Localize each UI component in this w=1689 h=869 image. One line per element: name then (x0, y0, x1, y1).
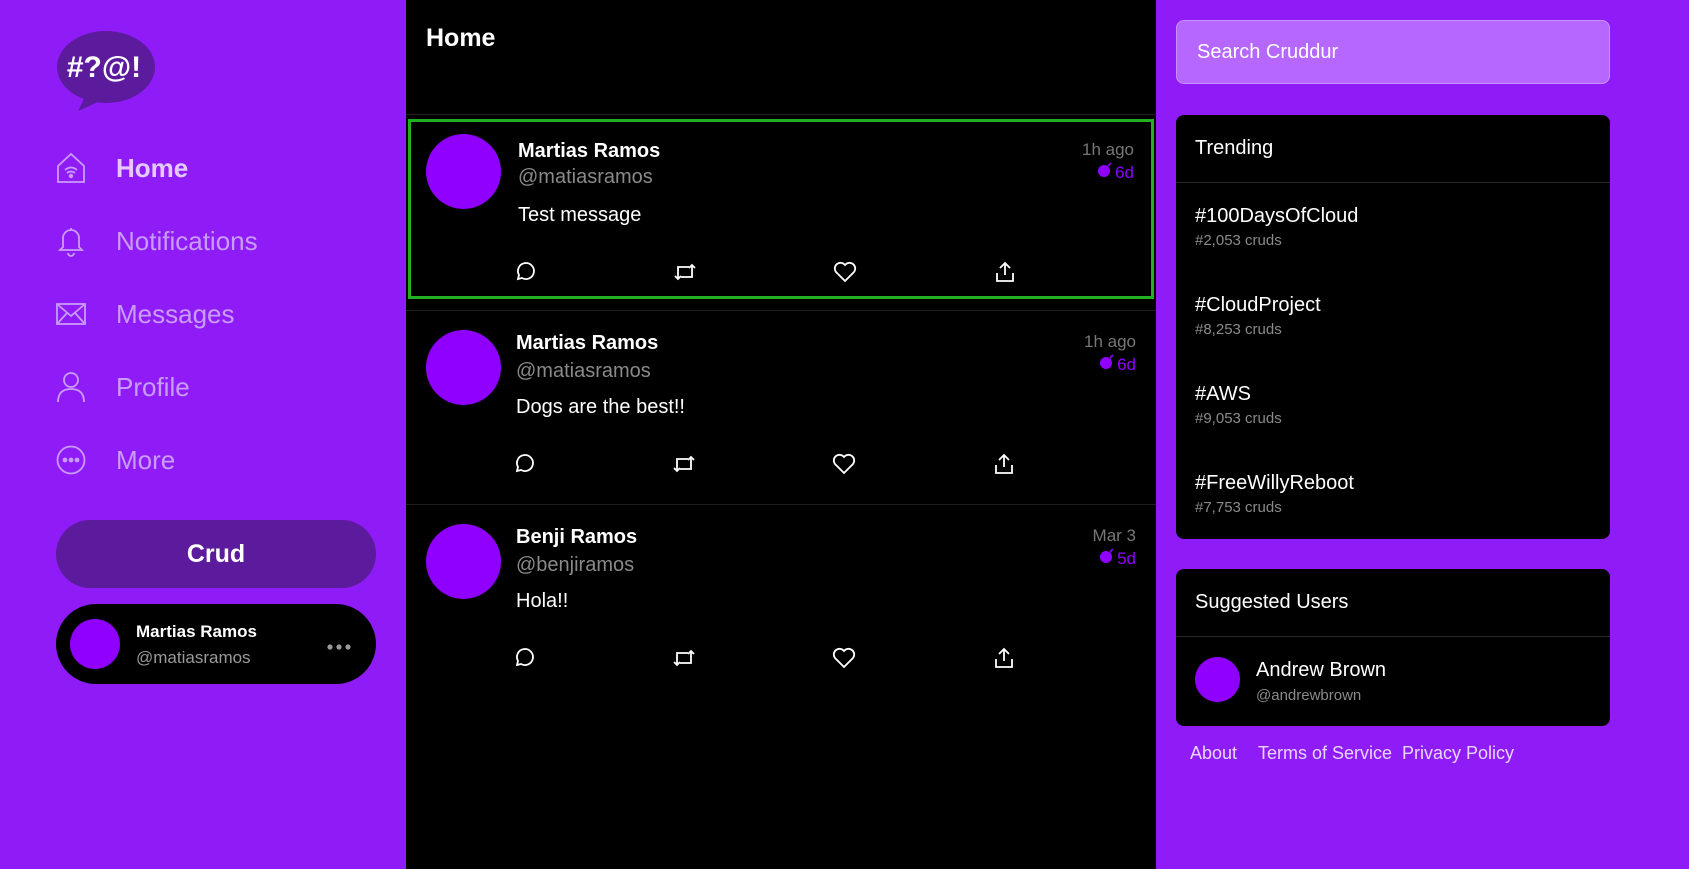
trending-count: #9,053 cruds (1195, 410, 1282, 427)
home-icon (56, 152, 86, 184)
activity-message: Test message (518, 204, 642, 226)
current-user-handle: @matiasramos (136, 648, 251, 667)
activity-display-name[interactable]: Martias Ramos (516, 332, 658, 355)
activity-handle[interactable]: @matiasramos (518, 166, 653, 189)
activity-actions (511, 258, 1014, 286)
nav-item-profile[interactable]: Profile (56, 365, 190, 409)
avatar (1195, 657, 1240, 702)
bomb-icon (1099, 548, 1115, 569)
activity-item[interactable]: Benji Ramos @benjiramos Hola!! Mar 3 5d (406, 510, 1156, 702)
footer-terms-link[interactable]: Terms of Service (1258, 743, 1392, 764)
divider (1176, 182, 1610, 183)
share-icon[interactable] (990, 644, 1018, 672)
repost-icon[interactable] (671, 258, 699, 286)
trending-item[interactable]: #FreeWillyReboot #7,753 cruds (1195, 472, 1354, 516)
divider (406, 310, 1156, 311)
page-title: Home (426, 24, 496, 52)
trending-tag: #CloudProject (1195, 294, 1321, 316)
trending-item[interactable]: #AWS #9,053 cruds (1195, 383, 1282, 427)
reply-icon[interactable] (510, 644, 538, 672)
trending-tag: #AWS (1195, 383, 1251, 405)
activity-expires: 6d (1097, 162, 1134, 183)
share-icon[interactable] (991, 258, 1019, 286)
activity-time: 1h ago (1084, 332, 1136, 351)
activity-item[interactable]: Martias Ramos @matiasramos Dogs are the … (406, 316, 1156, 508)
expires-value: 6d (1117, 354, 1136, 374)
nav-item-messages[interactable]: Messages (56, 292, 235, 336)
more-options-icon[interactable] (326, 640, 352, 651)
share-icon[interactable] (990, 450, 1018, 478)
heart-icon[interactable] (830, 644, 858, 672)
trending-count: #8,253 cruds (1195, 321, 1282, 338)
current-user-name: Martias Ramos (136, 622, 257, 641)
suggested-users-panel: Suggested Users Andrew Brown @andrewbrow… (1176, 569, 1610, 726)
bell-icon (56, 225, 86, 257)
activity-display-name[interactable]: Martias Ramos (518, 140, 660, 163)
reply-icon[interactable] (510, 450, 538, 478)
nav-label-home: Home (116, 152, 189, 183)
nav-label-messages: Messages (116, 298, 235, 329)
activity-expires: 5d (1099, 548, 1136, 569)
activity-message: Dogs are the best!! (516, 396, 685, 418)
activity-time: 1h ago (1082, 140, 1134, 159)
trending-tag: #FreeWillyReboot (1195, 472, 1354, 494)
trending-title: Trending (1195, 137, 1274, 159)
heart-icon[interactable] (830, 450, 858, 478)
activity-actions (510, 644, 1013, 672)
suggested-title: Suggested Users (1195, 591, 1349, 613)
bomb-icon (1097, 162, 1113, 183)
trending-count: #7,753 cruds (1195, 499, 1282, 516)
nav-item-notifications[interactable]: Notifications (56, 219, 258, 263)
repost-icon[interactable] (670, 644, 698, 672)
expires-value: 5d (1117, 548, 1136, 568)
expires-value: 6d (1115, 162, 1134, 182)
nav-item-home[interactable]: Home (56, 146, 188, 190)
avatar (70, 619, 120, 669)
avatar (426, 330, 501, 405)
activity-actions (510, 450, 1013, 478)
nav-label-more: More (116, 444, 176, 475)
footer-about-link[interactable]: About (1190, 743, 1237, 764)
divider (1176, 636, 1610, 637)
activity-display-name[interactable]: Benji Ramos (516, 526, 637, 549)
person-icon (56, 371, 86, 403)
activity-message: Hola!! (516, 590, 569, 612)
more-circle-icon (56, 444, 86, 476)
divider (406, 114, 1156, 115)
logo-text: #?@! (67, 51, 141, 84)
suggested-user-name: Andrew Brown (1256, 659, 1387, 681)
heart-icon[interactable] (831, 258, 859, 286)
repost-icon[interactable] (670, 450, 698, 478)
avatar (426, 524, 501, 599)
crud-button[interactable]: Crud (56, 520, 376, 588)
search-input[interactable] (1176, 20, 1610, 84)
activity-feed: Home Martias Ramos @matiasramos Test mes… (406, 0, 1156, 869)
bomb-icon (1099, 354, 1115, 375)
nav-item-more[interactable]: More (56, 438, 175, 482)
activity-time: Mar 3 (1092, 526, 1136, 545)
footer-privacy-link[interactable]: Privacy Policy (1402, 743, 1514, 764)
current-user-card[interactable]: Martias Ramos @matiasramos (56, 604, 376, 684)
cruddur-logo[interactable]: #?@! (56, 29, 156, 111)
activity-expires: 6d (1099, 354, 1136, 375)
activity-handle[interactable]: @benjiramos (516, 554, 634, 577)
trending-item[interactable]: #CloudProject #8,253 cruds (1195, 294, 1321, 338)
reply-icon[interactable] (511, 258, 539, 286)
activity-handle[interactable]: @matiasramos (516, 360, 651, 383)
nav-label-notifications: Notifications (116, 225, 258, 256)
trending-panel: Trending #100DaysOfCloud #2,053 cruds #C… (1176, 115, 1610, 539)
trending-tag: #100DaysOfCloud (1195, 205, 1359, 227)
nav-label-profile: Profile (116, 371, 190, 402)
left-sidebar: #?@! Home Notifications Messages Profile… (0, 0, 406, 869)
divider (406, 504, 1156, 505)
avatar (426, 134, 501, 209)
trending-count: #2,053 cruds (1195, 232, 1282, 249)
activity-item[interactable]: Martias Ramos @matiasramos Test message … (408, 119, 1154, 299)
trending-item[interactable]: #100DaysOfCloud #2,053 cruds (1195, 205, 1358, 249)
suggested-user-handle: @andrewbrown (1256, 687, 1362, 704)
envelope-icon (56, 298, 86, 330)
